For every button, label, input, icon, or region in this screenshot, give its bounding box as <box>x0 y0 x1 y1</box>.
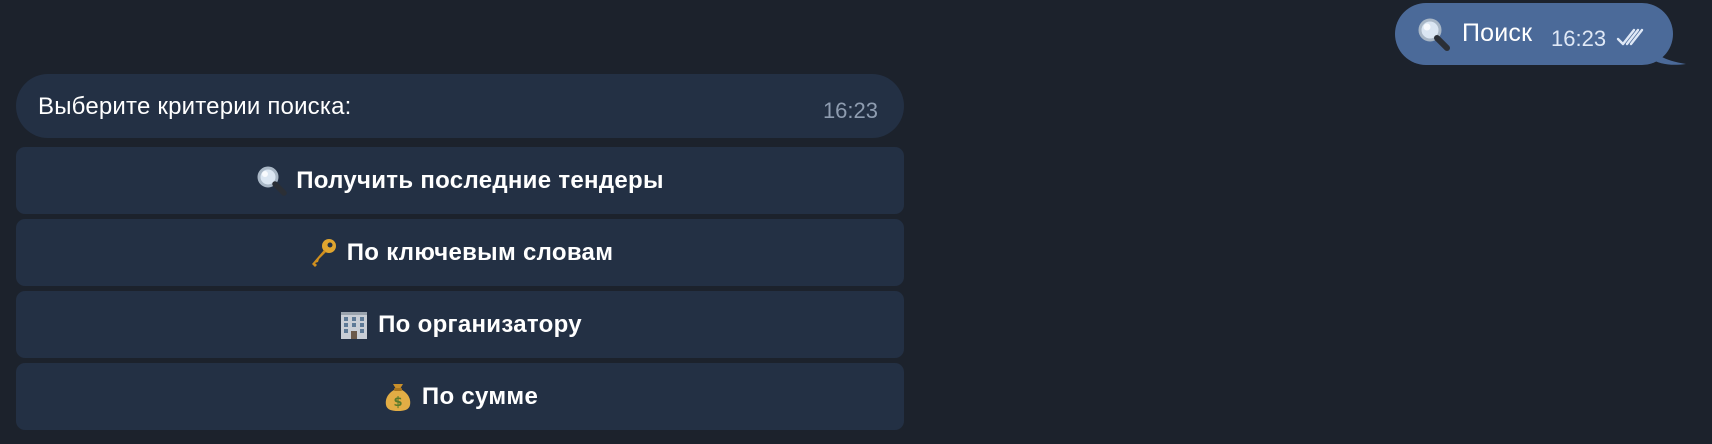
outgoing-message-text: Поиск <box>1462 19 1533 47</box>
outgoing-message-time: 16:23 <box>1551 26 1607 51</box>
magnifier-icon <box>257 166 287 196</box>
incoming-message-bubble[interactable]: Выберите критерии поиска: 16:23 <box>16 74 904 138</box>
latest-tenders-label: Получить последние тендеры <box>296 166 664 194</box>
incoming-message-text: Выберите критерии поиска: <box>38 93 352 120</box>
svg-text:$: $ <box>393 395 402 410</box>
key-icon <box>311 238 336 267</box>
organizer-label: По организатору <box>378 310 582 338</box>
amount-button[interactable]: $ По сумме <box>16 363 904 430</box>
money-bag-icon: $ <box>385 383 411 411</box>
office-building-icon <box>341 311 368 339</box>
double-check-icon <box>1616 28 1644 46</box>
magnifier-icon <box>1418 18 1450 51</box>
amount-label: По сумме <box>421 382 539 410</box>
latest-tenders-button[interactable]: Получить последние тендеры <box>16 147 904 214</box>
organizer-button[interactable]: По организатору <box>16 291 904 358</box>
incoming-message-time: 16:23 <box>822 98 878 123</box>
keywords-button[interactable]: По ключевым словам <box>16 219 904 286</box>
keywords-label: По ключевым словам <box>346 238 614 266</box>
outgoing-message-bubble[interactable]: Поиск 16:23 <box>1395 3 1673 65</box>
